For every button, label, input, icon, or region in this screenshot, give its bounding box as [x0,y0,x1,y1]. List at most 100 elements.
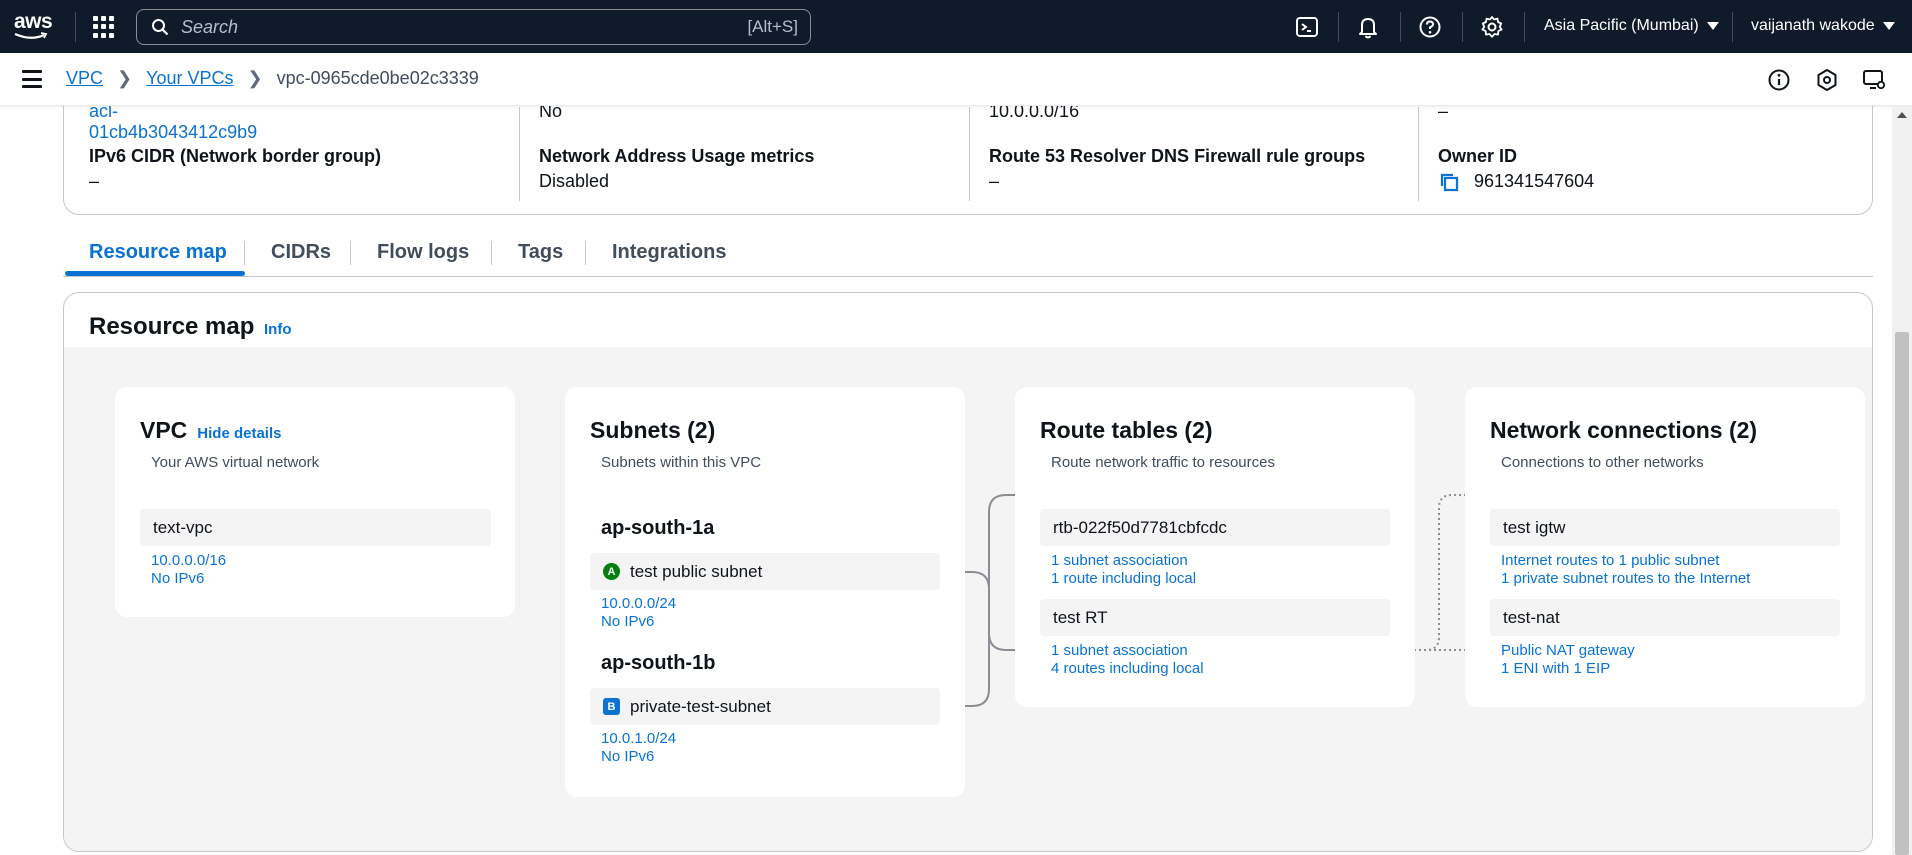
breadcrumb-vpc-link[interactable]: VPC [66,68,103,89]
vpc-card-title: VPC Hide details [140,417,282,444]
network-address-usage-value: Disabled [539,171,610,191]
scroll-up-arrow-icon[interactable] [1897,112,1907,118]
ipv6-cidr-label: IPv6 CIDR (Network border group) [89,146,382,166]
nat-gateway-node[interactable]: test-nat [1490,599,1840,636]
nav-divider [1524,12,1525,42]
subnet-cidr-link[interactable]: 10.0.1.0/24 [601,730,676,748]
dns-firewall-label: Route 53 Resolver DNS Firewall rule grou… [989,146,1366,166]
account-name: vaijanath wakode [1751,17,1875,34]
dns-firewall-value: – [989,171,1000,191]
az-b-badge-icon: B [603,698,620,715]
route-table-node[interactable]: test RT [1040,599,1390,636]
subnets-card-subtitle: Subnets within this VPC [601,454,762,471]
info-icon[interactable] [1766,67,1792,93]
cloudshell-icon[interactable] [1294,14,1320,40]
gateway-name: test-nat [1503,607,1560,627]
breadcrumb: VPC ❯ Your VPCs ❯ vpc-0965cde0be02c3339 [66,68,479,89]
resource-map-panel: Resource map Info VPC Hide details Your A… [63,292,1873,852]
nav-divider [1462,12,1463,42]
tab-divider [585,241,586,265]
nat-eni-link[interactable]: 1 ENI with 1 EIP [1501,660,1610,678]
chevron-down-icon [1706,22,1719,30]
notifications-bell-icon[interactable] [1355,14,1381,40]
chevron-right-icon: ❯ [247,68,263,88]
search-input[interactable]: Search [Alt+S] [136,9,811,45]
vpc-cidr-link[interactable]: 10.0.0.0/16 [151,552,226,570]
scrollbar-thumb[interactable] [1895,332,1909,855]
network-address-usage-label: Network Address Usage metrics [539,146,815,166]
subnet-ipv6-link[interactable]: No IPv6 [601,748,654,766]
routes-link[interactable]: 1 route including local [1051,570,1196,588]
nav-divider [75,12,76,42]
nav-divider [1400,12,1401,42]
nav-divider [1338,12,1339,42]
tab-flow-logs[interactable]: Flow logs [377,241,469,264]
owner-id-value: 961341547604 [1438,171,1594,193]
availability-zone-label: ap-south-1b [601,652,716,674]
route-table-node[interactable]: rtb-022f50d7781cbfcdc [1040,509,1390,546]
vpc-node[interactable]: text-vpc [140,509,491,546]
subnet-association-link[interactable]: 1 subnet association [1051,552,1188,570]
subnet-name: private-test-subnet [630,696,771,716]
gateway-routes-link[interactable]: Internet routes to 1 public subnet [1501,552,1719,570]
search-shortcut: [Alt+S] [747,17,798,36]
vpc-card-subtitle: Your AWS virtual network [151,454,320,471]
breadcrumb-bar: VPC ❯ Your VPCs ❯ vpc-0965cde0be02c3339 [0,53,1912,106]
vpc-ipv6-link[interactable]: No IPv6 [151,570,204,588]
route-tables-card-title: Route tables (2) [1040,417,1213,443]
region-selector[interactable]: Asia Pacific (Mumbai) [1544,17,1719,35]
subnet-association-link[interactable]: 1 subnet association [1051,642,1188,660]
subnets-card-title: Subnets (2) [590,417,716,443]
gateway-routes-link[interactable]: 1 private subnet routes to the Internet [1501,570,1750,588]
route-table-name: test RT [1053,607,1108,627]
aws-logo[interactable]: aws [14,10,58,42]
gateway-name: test igtw [1503,517,1566,537]
network-connections-card-title: Network connections (2) [1490,417,1758,443]
subnet-ipv6-link[interactable]: No IPv6 [601,613,654,631]
chevron-down-icon [1882,22,1895,30]
subnets-card: Subnets (2) Subnets within this VPC ap-s… [565,387,965,797]
tab-divider [350,241,351,265]
top-navigation: aws Search [Alt+S] Asia Pacific (Mumbai)… [0,0,1912,53]
feedback-hexagon-icon[interactable] [1814,67,1840,93]
network-acl-link[interactable]: acl-01cb4b3043412c9b9 [89,101,257,143]
search-placeholder: Search [181,16,239,37]
tab-cidrs[interactable]: CIDRs [271,241,331,264]
tab-integrations[interactable]: Integrations [612,241,726,264]
screen-settings-icon[interactable] [1861,67,1887,93]
availability-zone-label: ap-south-1a [601,517,715,539]
chevron-right-icon: ❯ [117,68,133,88]
breadcrumb-your-vpcs-link[interactable]: Your VPCs [146,68,233,89]
subnet-node-private[interactable]: B private-test-subnet [590,688,940,725]
aws-logo-text: aws [14,10,53,33]
route-table-id: rtb-022f50d7781cbfcdc [1053,517,1227,537]
routes-link[interactable]: 4 routes including local [1051,660,1204,678]
column-divider [1418,107,1419,201]
services-grid-icon[interactable] [93,16,115,38]
aws-smile-icon [14,32,48,39]
nat-type-link[interactable]: Public NAT gateway [1501,642,1635,660]
search-icon [152,19,169,36]
hide-details-link[interactable]: Hide details [197,425,281,442]
help-icon[interactable] [1417,14,1443,40]
resource-map-title: Resource map [89,313,255,340]
subnet-name: test public subnet [630,561,763,581]
page-scrollbar[interactable] [1892,106,1912,855]
tab-tags[interactable]: Tags [518,241,563,264]
info-link[interactable]: Info [264,321,292,338]
tab-divider [491,241,492,265]
az-a-badge-icon: A [603,563,620,580]
menu-hamburger-icon[interactable] [22,70,42,88]
tab-resource-map[interactable]: Resource map [89,241,227,264]
network-connections-card-subtitle: Connections to other networks [1501,454,1704,471]
resource-map-canvas: VPC Hide details Your AWS virtual network… [64,347,1872,851]
subnet-node-public[interactable]: A test public subnet [590,553,940,590]
settings-gear-icon[interactable] [1479,14,1505,40]
column-divider [969,107,970,201]
network-connections-card: Network connections (2) Connections to o… [1465,387,1865,707]
vpc-node-name: text-vpc [153,517,213,537]
copy-icon[interactable] [1438,171,1460,193]
internet-gateway-node[interactable]: test igtw [1490,509,1840,546]
account-menu[interactable]: vaijanath wakode [1751,17,1895,35]
subnet-cidr-link[interactable]: 10.0.0.0/24 [601,595,676,613]
